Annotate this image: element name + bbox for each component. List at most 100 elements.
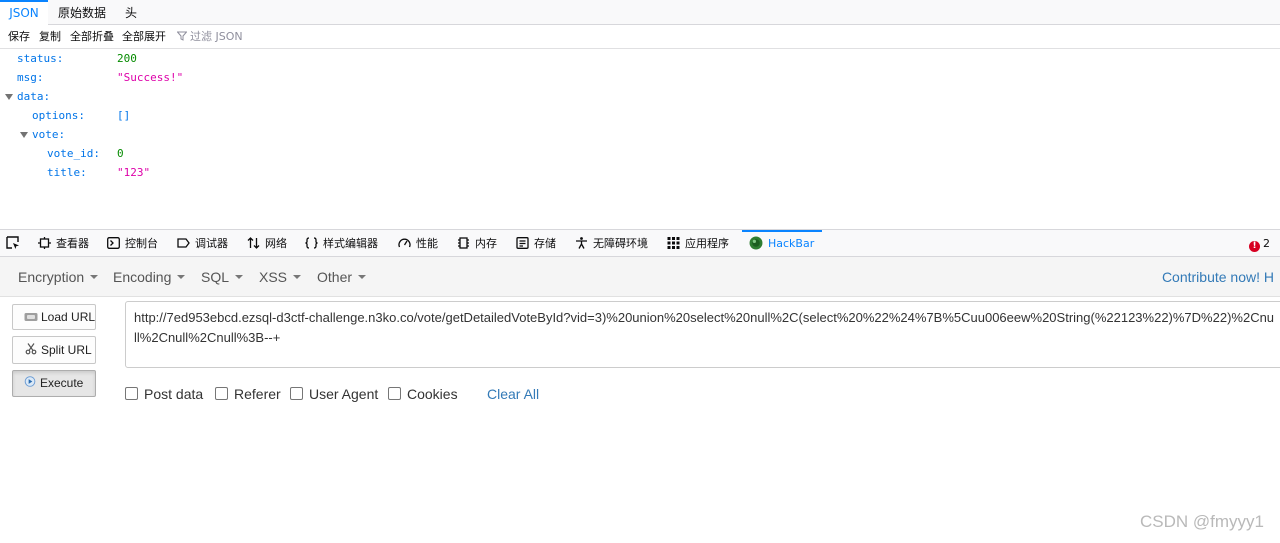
json-toolbar: 保存 复制 全部折叠 全部展开 过滤 JSON	[0, 25, 1280, 49]
json-value: "123"	[117, 166, 151, 179]
tab-storage[interactable]: 存储	[516, 230, 556, 257]
element-picker-icon	[6, 236, 19, 249]
json-row-title[interactable]: title: "123"	[0, 163, 600, 182]
checkbox-box[interactable]	[388, 387, 401, 400]
tab-label: 应用程序	[685, 237, 729, 250]
tab-hackbar[interactable]: HackBar	[742, 230, 822, 257]
split-url-button[interactable]: Split URL	[12, 336, 96, 364]
json-row-msg[interactable]: msg: "Success!"	[0, 68, 600, 87]
menu-sql[interactable]: SQL	[201, 257, 244, 297]
caret-down-icon	[235, 275, 244, 279]
tab-application[interactable]: 应用程序	[667, 230, 729, 257]
caret-down-icon	[358, 275, 367, 279]
cookies-checkbox[interactable]: Cookies	[388, 383, 458, 405]
expand-twisty-icon[interactable]	[5, 94, 13, 100]
watermark: CSDN @fmyyy1	[1140, 512, 1264, 531]
url-textarea[interactable]: http://7ed953ebcd.ezsql-d3ctf-challenge.…	[125, 301, 1280, 368]
json-value: 0	[117, 147, 124, 160]
menu-xss[interactable]: XSS	[259, 257, 302, 297]
tab-debugger[interactable]: 调试器	[177, 230, 228, 257]
button-label: Execute	[40, 376, 84, 390]
json-key: msg:	[17, 71, 44, 84]
button-label: Load URL	[41, 310, 96, 324]
tab-label: 无障碍环境	[593, 237, 648, 250]
console-icon	[107, 237, 120, 249]
json-key: title:	[47, 166, 87, 179]
application-icon	[667, 237, 680, 249]
element-picker-button[interactable]	[6, 230, 20, 257]
tab-json[interactable]: JSON	[0, 0, 48, 25]
json-row-vote[interactable]: vote:	[0, 125, 600, 144]
tab-style-editor[interactable]: 样式编辑器	[305, 230, 378, 257]
devtools-toolbar: 查看器 控制台 调试器 网络 样式编辑器 性能 内存 存储 无障碍环境 应用程序…	[0, 229, 1280, 257]
option-label: User Agent	[309, 386, 379, 402]
scissors-icon	[25, 343, 37, 355]
option-label: Cookies	[407, 386, 458, 402]
copy-button[interactable]: 复制	[39, 25, 61, 48]
accessibility-icon	[576, 237, 587, 249]
json-key: data:	[17, 90, 51, 103]
debugger-icon	[177, 238, 190, 248]
save-button[interactable]: 保存	[8, 25, 30, 48]
json-row-options[interactable]: options: []	[0, 106, 600, 125]
post-data-checkbox[interactable]: Post data	[125, 383, 203, 405]
tab-label: 控制台	[125, 237, 158, 250]
caret-down-icon	[177, 275, 186, 279]
tab-label: 查看器	[56, 237, 89, 250]
tab-network[interactable]: 网络	[247, 230, 287, 257]
performance-icon	[398, 238, 411, 248]
tab-headers[interactable]: 头	[118, 0, 144, 25]
option-label: Post data	[144, 386, 204, 402]
network-icon	[247, 237, 260, 249]
tab-memory[interactable]: 内存	[457, 230, 497, 257]
tab-label: 性能	[416, 237, 438, 250]
play-icon	[24, 376, 36, 387]
tab-inspector[interactable]: 查看器	[38, 230, 89, 257]
error-icon: !	[1249, 241, 1260, 252]
tab-label: 存储	[534, 237, 556, 250]
menu-encoding[interactable]: Encoding	[113, 257, 186, 297]
json-value: []	[117, 109, 131, 122]
caret-down-icon	[90, 275, 99, 279]
json-row-status[interactable]: status: 200	[0, 49, 600, 68]
load-url-button[interactable]: Load URL	[12, 304, 96, 330]
json-value: 200	[117, 52, 137, 65]
menu-encryption[interactable]: Encryption	[18, 257, 99, 297]
tab-label: 网络	[265, 237, 287, 250]
tab-performance[interactable]: 性能	[398, 230, 438, 257]
error-count-badge[interactable]: ! 2	[1249, 230, 1270, 257]
option-label: Referer	[234, 386, 281, 402]
expand-all-button[interactable]: 全部展开	[122, 25, 166, 48]
error-count: 2	[1263, 237, 1270, 250]
contribute-link[interactable]: Contribute now! H	[1162, 257, 1274, 297]
json-key: options:	[32, 109, 85, 122]
tab-raw-data[interactable]: 原始数据	[52, 0, 112, 25]
user-agent-checkbox[interactable]: User Agent	[290, 383, 378, 405]
referer-checkbox[interactable]: Referer	[215, 383, 281, 405]
checkbox-box[interactable]	[125, 387, 138, 400]
tab-label: 样式编辑器	[323, 237, 378, 250]
clear-all-link[interactable]: Clear All	[487, 383, 539, 405]
json-viewer-tabbar: JSON 原始数据 头	[0, 0, 1280, 25]
expand-twisty-icon[interactable]	[20, 132, 28, 138]
menu-other[interactable]: Other	[317, 257, 367, 297]
menu-label: XSS	[259, 269, 288, 285]
filter-icon	[176, 31, 188, 41]
json-row-data[interactable]: data:	[0, 87, 600, 106]
tab-console[interactable]: 控制台	[107, 230, 158, 257]
checkbox-box[interactable]	[290, 387, 303, 400]
menu-label: SQL	[201, 269, 230, 285]
json-filter-input[interactable]: 过滤 JSON	[176, 25, 243, 48]
inspector-icon	[38, 237, 51, 249]
menu-label: Other	[317, 269, 353, 285]
collapse-all-button[interactable]: 全部折叠	[70, 25, 114, 48]
json-key: vote_id:	[47, 147, 100, 160]
button-label: Split URL	[41, 343, 92, 357]
tab-accessibility[interactable]: 无障碍环境	[575, 230, 648, 257]
caret-down-icon	[293, 275, 302, 279]
json-value: "Success!"	[117, 71, 184, 84]
checkbox-box[interactable]	[215, 387, 228, 400]
storage-icon	[516, 237, 529, 249]
json-row-vote-id[interactable]: vote_id: 0	[0, 144, 600, 163]
execute-button[interactable]: Execute	[12, 370, 96, 397]
